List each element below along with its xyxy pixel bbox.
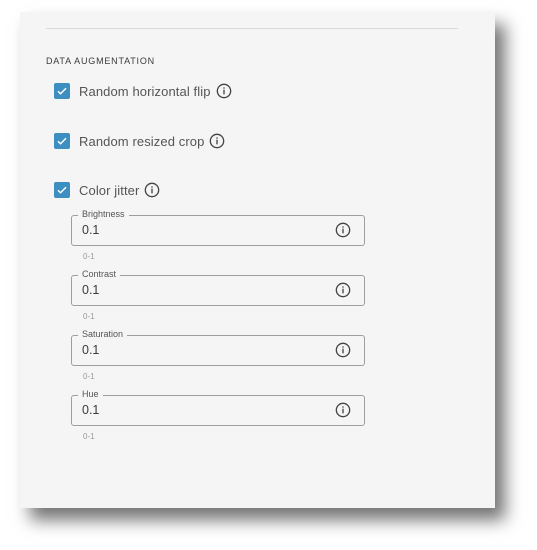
- field-outline: [71, 395, 365, 426]
- field-label: Saturation: [78, 329, 128, 340]
- checkbox-color-jitter[interactable]: [54, 182, 70, 198]
- settings-panel: DATA AUGMENTATION Random horizontal flip…: [26, 18, 479, 500]
- contrast-field[interactable]: Contrast 0.1: [71, 269, 365, 306]
- option-label: Color jitter: [79, 182, 140, 198]
- option-label: Random resized crop: [79, 133, 205, 149]
- field-label: Hue: [78, 389, 103, 400]
- option-label: Random horizontal flip: [79, 83, 211, 99]
- info-icon[interactable]: [216, 83, 232, 99]
- brightness-helper: 0-1: [83, 252, 95, 261]
- checkbox-random-horizontal-flip[interactable]: [54, 83, 70, 99]
- field-value[interactable]: 0.1: [82, 403, 99, 417]
- field-label: Brightness: [78, 209, 129, 220]
- check-icon: [57, 186, 67, 194]
- option-color-jitter[interactable]: Color jitter: [54, 180, 160, 200]
- brightness-field[interactable]: Brightness 0.1: [71, 209, 365, 246]
- divider: [46, 28, 458, 29]
- check-icon: [57, 137, 67, 145]
- info-icon[interactable]: [144, 182, 160, 198]
- info-icon[interactable]: [209, 133, 225, 149]
- saturation-field[interactable]: Saturation 0.1: [71, 329, 365, 366]
- check-icon: [57, 87, 67, 95]
- hue-field[interactable]: Hue 0.1: [71, 389, 365, 426]
- contrast-helper: 0-1: [83, 312, 95, 321]
- field-value[interactable]: 0.1: [82, 223, 99, 237]
- checkbox-random-resized-crop[interactable]: [54, 133, 70, 149]
- info-icon[interactable]: [335, 342, 351, 358]
- field-value[interactable]: 0.1: [82, 283, 99, 297]
- saturation-helper: 0-1: [83, 372, 95, 381]
- info-icon[interactable]: [335, 402, 351, 418]
- info-icon[interactable]: [335, 282, 351, 298]
- hue-helper: 0-1: [83, 432, 95, 441]
- info-icon[interactable]: [335, 222, 351, 238]
- field-value[interactable]: 0.1: [82, 343, 99, 357]
- field-label: Contrast: [78, 269, 121, 280]
- section-title: DATA AUGMENTATION: [46, 56, 155, 66]
- option-random-horizontal-flip[interactable]: Random horizontal flip: [54, 81, 232, 101]
- option-random-resized-crop[interactable]: Random resized crop: [54, 131, 225, 151]
